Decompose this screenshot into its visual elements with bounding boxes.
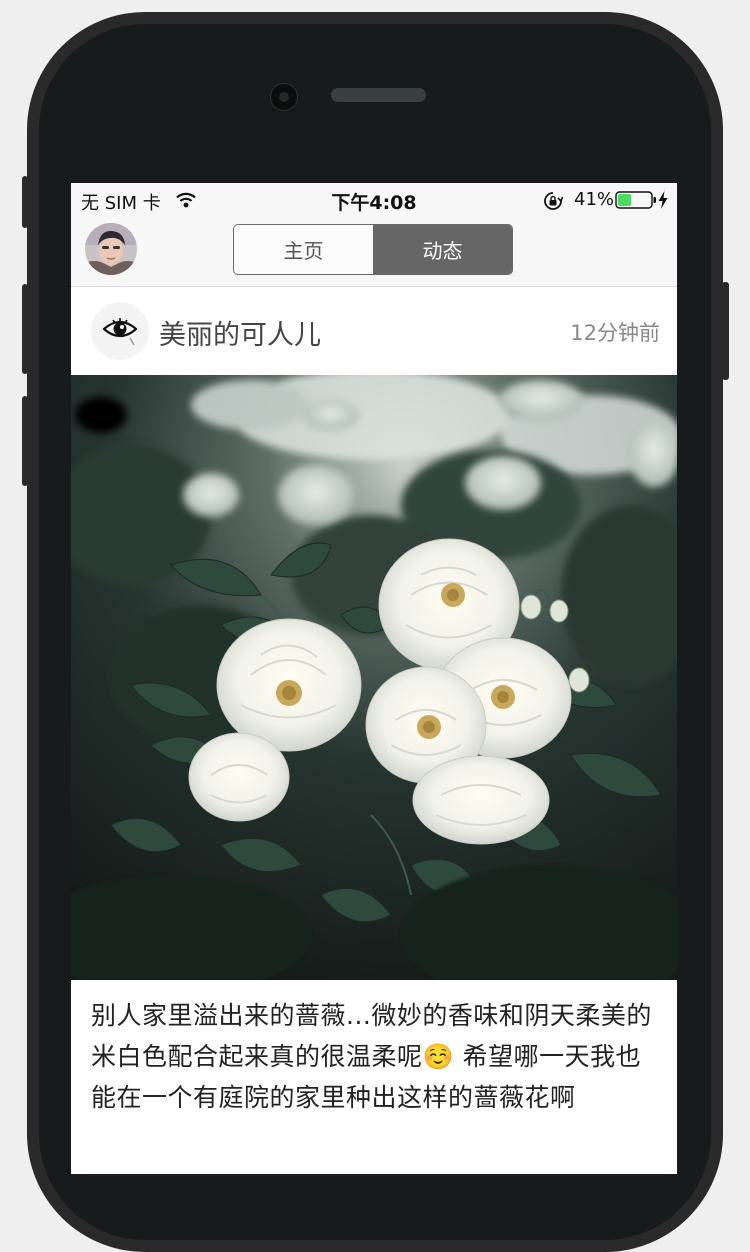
eye-icon [103,318,137,346]
earpiece-speaker [331,88,426,102]
volume-down-button [22,396,28,486]
author-avatar[interactable] [91,302,149,360]
power-button [722,282,729,380]
post-photo[interactable] [71,375,677,980]
tab-feed[interactable]: 动态 [373,225,512,274]
post-header: 美丽的可人儿 12分钟前 [71,287,677,375]
mute-switch [22,176,28,228]
user-avatar[interactable] [85,223,137,275]
battery-level-fill [618,194,632,206]
screen: 无 SIM 卡 下午4:08 41% 主页 动态 美丽的可人儿 12分钟前 别人… [71,183,677,1174]
post-text: 别人家里溢出来的蔷薇...微妙的香味和阴天柔美的米白色配合起来真的很温柔呢☺️ … [91,1001,652,1112]
front-camera [270,83,298,111]
post-timestamp: 12分钟前 [570,321,660,345]
segmented-control: 主页 动态 [233,224,513,275]
volume-up-button [22,284,28,374]
rotation-lock-icon [543,191,564,216]
tab-home[interactable]: 主页 [234,225,373,274]
post-author[interactable]: 美丽的可人儿 [159,313,321,352]
battery-icon [615,191,657,214]
battery-percent: 41% [574,189,615,210]
nav-bar: 主页 动态 [71,217,677,287]
status-bar: 无 SIM 卡 下午4:08 41% [71,183,677,217]
bolt-icon [658,191,668,214]
